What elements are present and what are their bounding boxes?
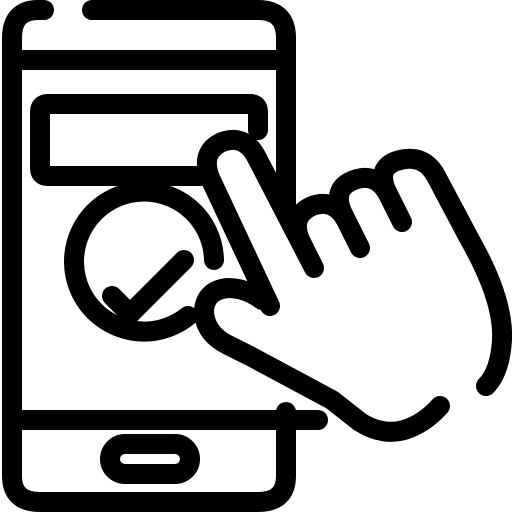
smartphone-tap-confirm-icon bbox=[2, 0, 512, 512]
checkmark-icon bbox=[102, 250, 194, 324]
icon-canvas bbox=[0, 0, 512, 512]
home-button bbox=[100, 434, 200, 484]
